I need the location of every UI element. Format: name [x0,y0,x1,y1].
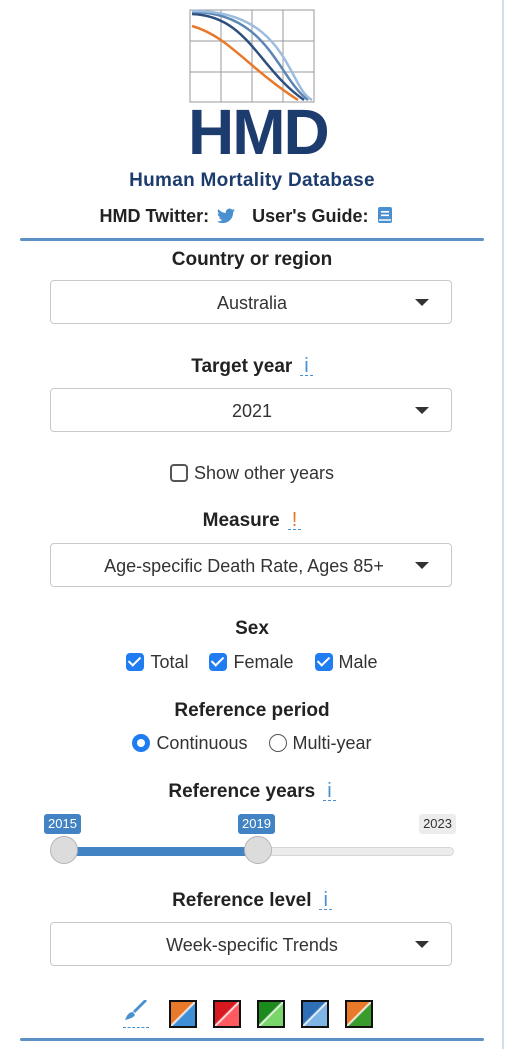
palette-swatch-orange-green[interactable] [345,1000,374,1028]
reference-years-slider[interactable]: 2015 2019 2023 [44,812,456,872]
checkbox[interactable] [209,653,228,671]
guide-label: User's Guide: [252,206,369,226]
footer-divider [20,1038,484,1041]
logo-graphic [189,9,315,103]
info-icon[interactable]: i [323,781,336,801]
chevron-down-icon [415,407,429,414]
reference-level-label: Reference level [172,890,312,911]
measure-select[interactable]: Age-specific Death Rate, Ages 85+ [50,543,452,587]
target-year-label: Target year [191,356,293,377]
slider-to-label: 2019 [238,814,275,834]
measure-value: Age-specific Death Rate, Ages 85+ [104,556,384,576]
header-divider [20,238,484,241]
reference-level-heading: Reference level i [0,890,504,912]
sex-option-label: Male [338,652,378,672]
logo-text: HMD [188,96,330,168]
radio[interactable] [132,734,151,752]
measure-heading: Measure! [0,510,504,532]
sex-option-female[interactable]: Female [209,652,294,673]
period-option-multi-year[interactable]: Multi-year [268,733,372,754]
checkbox[interactable] [126,653,145,671]
warning-icon[interactable]: ! [287,510,302,530]
chevron-down-icon [415,562,429,569]
book-icon[interactable] [377,206,393,229]
country-select[interactable]: Australia [50,280,452,324]
twitter-label: HMD Twitter: [99,206,210,226]
paintbrush-icon[interactable] [122,999,149,1028]
info-icon[interactable]: i [319,890,332,910]
header-links: HMD Twitter: User's Guide: [0,206,504,229]
sex-option-male[interactable]: Male [314,652,378,673]
sex-option-total[interactable]: Total [126,652,188,673]
info-icon[interactable]: i [300,356,313,376]
slider-from-label: 2015 [44,814,81,834]
reference-period-options: Continuous Multi-year [0,733,504,754]
twitter-icon[interactable] [217,208,236,229]
country-value: Australia [216,293,288,313]
reference-level-select[interactable]: Week-specific Trends [50,922,452,966]
period-option-continuous[interactable]: Continuous [132,733,248,754]
palette-swatch-green[interactable] [257,1000,286,1028]
hmd-logo: HMD [188,8,330,164]
show-other-years-row[interactable]: Show other years [0,463,504,484]
target-year-value: 2021 [231,401,273,421]
database-title: Human Mortality Database [129,170,375,191]
slider-range-fill [64,847,258,856]
color-palette [0,999,504,1028]
reference-period-label: Reference period [174,700,330,721]
target-year-select[interactable]: 2021 [50,388,452,432]
sex-option-label: Female [233,652,294,672]
sex-options: Total Female Male [0,652,504,673]
slider-max-label: 2023 [419,814,456,834]
show-other-years-checkbox[interactable] [169,464,188,482]
chevron-down-icon [415,299,429,306]
palette-swatch-orange-blue[interactable] [169,1000,198,1028]
target-year-heading: Target year i [0,356,504,378]
period-option-label: Multi-year [292,733,372,753]
period-option-label: Continuous [156,733,248,753]
radio[interactable] [268,734,287,752]
slider-handle-to[interactable] [244,836,272,864]
checkbox[interactable] [314,653,333,671]
sex-option-label: Total [150,652,189,672]
reference-years-label: Reference years [168,781,316,802]
chevron-down-icon [415,941,429,948]
measure-label: Measure [202,510,280,531]
country-label: Country or region [171,249,333,270]
reference-years-heading: Reference years i [0,781,504,803]
palette-swatch-blue[interactable] [301,1000,330,1028]
show-other-years-label: Show other years [193,463,335,483]
reference-level-value: Week-specific Trends [166,935,338,955]
palette-swatch-red[interactable] [213,1000,242,1028]
sex-label: Sex [235,618,269,639]
slider-handle-from[interactable] [50,836,78,864]
